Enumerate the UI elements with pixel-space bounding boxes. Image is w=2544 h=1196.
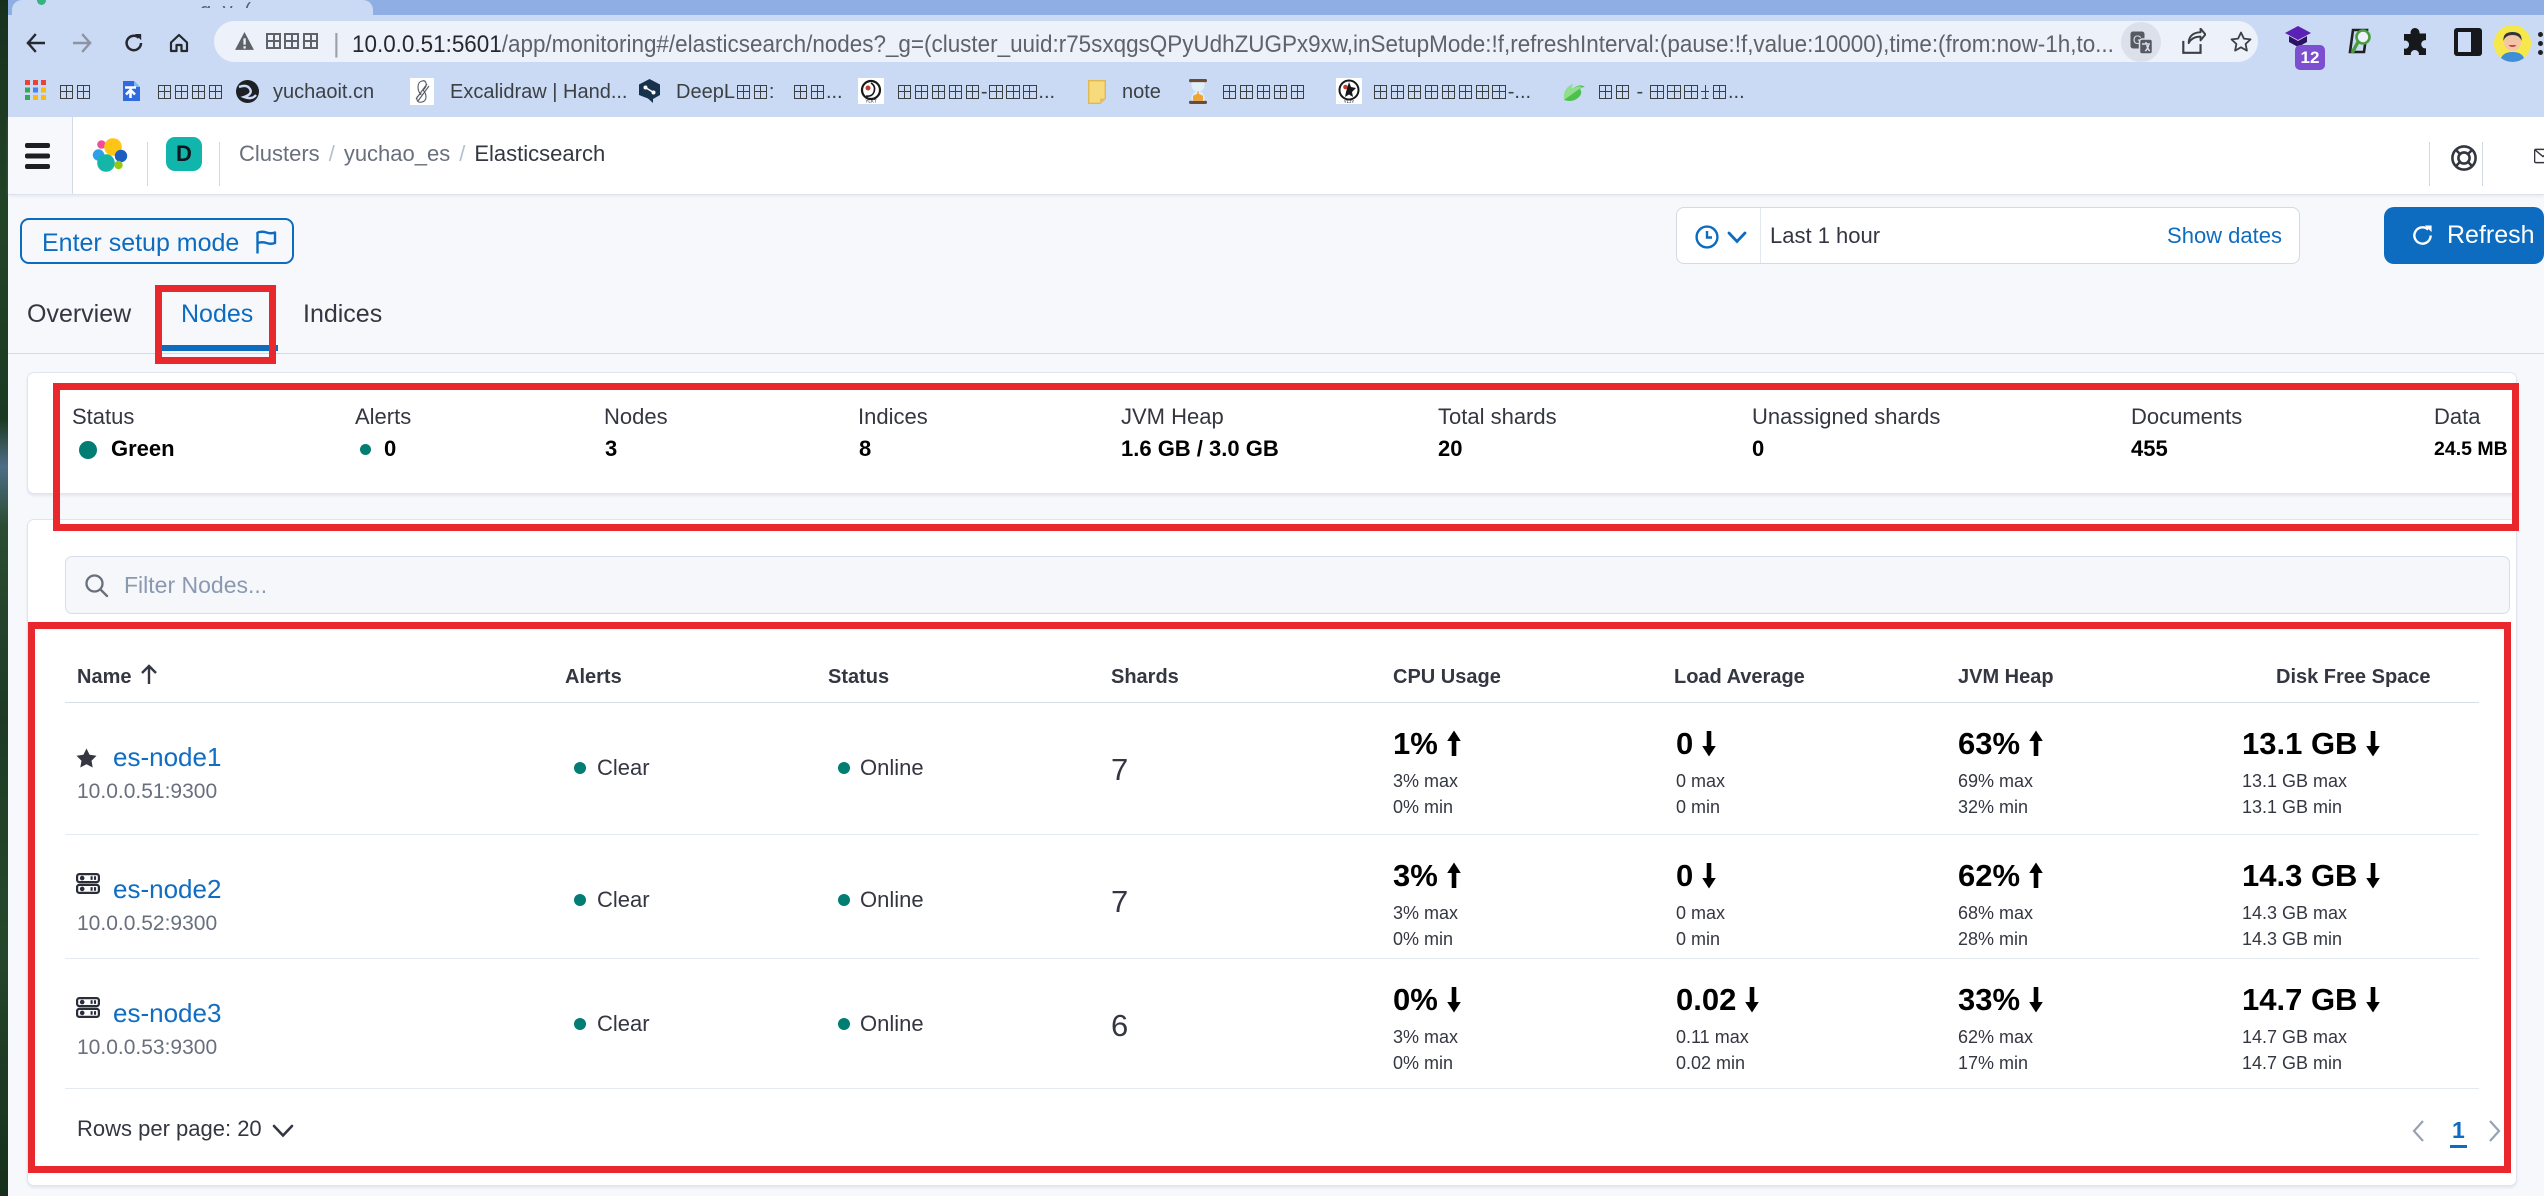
svg-text:YLJY: YLJY — [1344, 99, 1355, 104]
svg-text:YLKT: YLKT — [865, 99, 877, 104]
